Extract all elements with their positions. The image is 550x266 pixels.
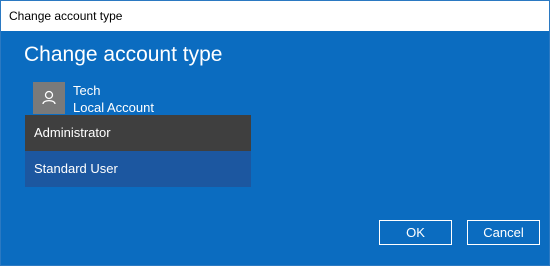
user-icon xyxy=(42,90,56,105)
ok-button[interactable]: OK xyxy=(379,220,452,245)
user-account-type: Local Account xyxy=(73,100,154,115)
account-type-dropdown[interactable]: Administrator Standard User xyxy=(25,115,251,187)
dialog-heading: Change account type xyxy=(24,43,223,66)
option-administrator[interactable]: Administrator xyxy=(25,115,251,151)
user-name: Tech xyxy=(73,83,101,98)
change-account-type-window: Change account type Change account type … xyxy=(0,0,550,266)
cancel-button[interactable]: Cancel xyxy=(467,220,540,245)
title-bar: Change account type xyxy=(1,1,549,31)
window-title: Change account type xyxy=(9,9,123,23)
user-avatar xyxy=(33,82,65,114)
option-standard-user[interactable]: Standard User xyxy=(25,151,251,187)
